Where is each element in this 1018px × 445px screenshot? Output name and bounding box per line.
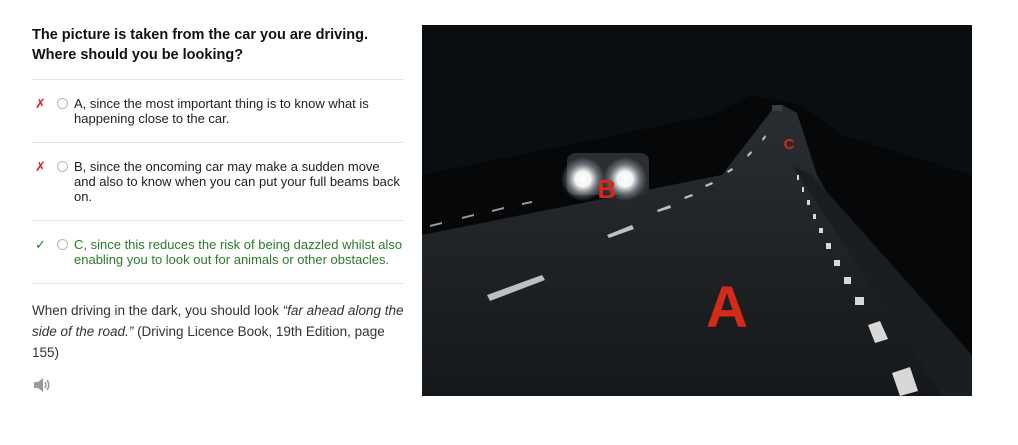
- explanation-intro: When driving in the dark, you should loo…: [32, 303, 283, 318]
- distant-car: [772, 105, 782, 111]
- answer-option-c-text: C, since this reduces the risk of being …: [74, 237, 403, 267]
- question-line-1: The picture is taken from the car you ar…: [32, 27, 369, 43]
- label-a: A: [706, 275, 748, 340]
- speaker-icon[interactable]: [32, 377, 52, 393]
- radio-button-c[interactable]: [57, 239, 68, 250]
- label-b: B: [598, 174, 617, 204]
- label-c: C: [784, 136, 795, 153]
- radio-button-b[interactable]: [57, 161, 68, 172]
- wrong-mark-icon: ✗: [35, 159, 46, 174]
- answer-option-b-text: B, since the oncoming car may make a sud…: [74, 159, 400, 204]
- answer-options: ✗ A, since the most important thing is t…: [32, 79, 404, 284]
- question-panel: The picture is taken from the car you ar…: [32, 25, 404, 393]
- answer-option-c[interactable]: ✓ C, since this reduces the risk of bein…: [32, 221, 404, 283]
- radio-button-a[interactable]: [57, 98, 68, 109]
- check-mark-icon: ✓: [35, 237, 46, 252]
- answer-option-a-text: A, since the most important thing is to …: [74, 96, 369, 126]
- question-line-2: Where should you be looking?: [32, 47, 244, 63]
- question-text: The picture is taken from the car you ar…: [32, 25, 404, 65]
- answer-option-b[interactable]: ✗ B, since the oncoming car may make a s…: [32, 143, 404, 220]
- night-road-photo: B C A: [422, 25, 972, 396]
- divider: [32, 283, 404, 284]
- wrong-mark-icon: ✗: [35, 96, 46, 111]
- explanation-text: When driving in the dark, you should loo…: [32, 300, 404, 363]
- answer-option-a[interactable]: ✗ A, since the most important thing is t…: [32, 80, 404, 142]
